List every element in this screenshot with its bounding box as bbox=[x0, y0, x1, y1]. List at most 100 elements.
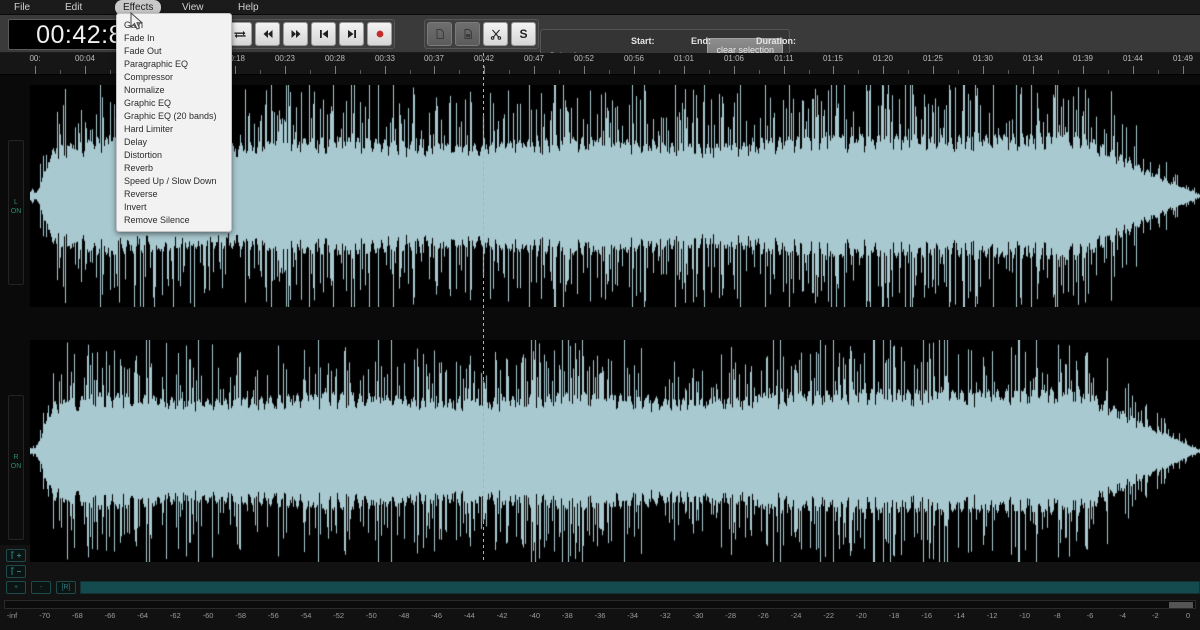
db-scale-label: -64 bbox=[137, 611, 149, 620]
ruler-tick-major bbox=[1133, 66, 1134, 74]
db-scale-label: -28 bbox=[725, 611, 737, 620]
ruler-tick-major bbox=[235, 66, 236, 74]
ruler-tick-major bbox=[584, 66, 585, 74]
effects-menu-item-compressor[interactable]: Compressor bbox=[117, 71, 231, 84]
ruler-tick-minor bbox=[559, 70, 560, 74]
horizontal-scrollbar[interactable] bbox=[80, 581, 1200, 594]
ruler-tick-major bbox=[1083, 66, 1084, 74]
horizontal-scroll-row: + - [R] bbox=[6, 581, 1200, 595]
ruler-label: 00:04 bbox=[74, 54, 96, 63]
ruler-tick-major bbox=[734, 66, 735, 74]
ruler-tick-minor bbox=[1108, 70, 1109, 74]
ruler-tick-minor bbox=[459, 70, 460, 74]
silence-button-label: S bbox=[519, 27, 528, 41]
effects-menu-item-graphic-eq-20-bands[interactable]: Graphic EQ (20 bands) bbox=[117, 110, 231, 123]
playhead-cursor[interactable] bbox=[483, 53, 484, 561]
db-meter-track[interactable] bbox=[4, 600, 1196, 609]
db-meter-scale: -inf -70 -68 -66 -64 -62 -60 -58 -56 -54 -52 -50 -48… bbox=[0, 598, 1200, 630]
paste-button[interactable] bbox=[455, 22, 480, 46]
db-scale-label: -36 bbox=[594, 611, 606, 620]
fast-forward-button[interactable] bbox=[283, 22, 308, 46]
zoom-out-icon[interactable] bbox=[6, 565, 26, 578]
effects-menu-item-remove-silence[interactable]: Remove Silence bbox=[117, 214, 231, 227]
db-scale-label: -70 bbox=[39, 611, 51, 620]
effects-menu-item-normalize[interactable]: Normalize bbox=[117, 84, 231, 97]
menu-help[interactable]: Help bbox=[230, 0, 267, 15]
db-scale-label: -20 bbox=[855, 611, 867, 620]
ruler-label: 01:11 bbox=[774, 54, 794, 63]
db-scale-label: 0 bbox=[1185, 611, 1191, 620]
db-scale-label: -16 bbox=[921, 611, 933, 620]
ruler-label: 00:33 bbox=[374, 54, 396, 63]
effects-menu-item-reverb[interactable]: Reverb bbox=[117, 162, 231, 175]
effects-menu-item-fade-out[interactable]: Fade Out bbox=[117, 45, 231, 58]
ruler-tick-minor bbox=[609, 70, 610, 74]
ruler-label: 01:30 bbox=[972, 54, 994, 63]
db-scale-label: -2 bbox=[1151, 611, 1159, 620]
zoom-plus-button[interactable]: + bbox=[6, 581, 26, 594]
skip-start-button[interactable] bbox=[311, 22, 336, 46]
ruler-label: 01:15 bbox=[822, 54, 844, 63]
db-scale-label: -66 bbox=[104, 611, 116, 620]
db-scale-label: -26 bbox=[757, 611, 769, 620]
selection-field-key: Start: bbox=[631, 36, 655, 46]
ruler-tick-minor bbox=[1008, 70, 1009, 74]
skip-end-button[interactable] bbox=[339, 22, 364, 46]
zoom-controls bbox=[6, 549, 30, 581]
ruler-tick-major bbox=[434, 66, 435, 74]
effects-menu-item-invert[interactable]: Invert bbox=[117, 201, 231, 214]
ruler-label: 01:44 bbox=[1122, 54, 1144, 63]
copy-button[interactable] bbox=[427, 22, 452, 46]
effects-menu-item-hard-limiter[interactable]: Hard Limiter bbox=[117, 123, 231, 136]
ruler-tick-major bbox=[335, 66, 336, 74]
effects-menu-item-paragraphic-eq[interactable]: Paragraphic EQ bbox=[117, 58, 231, 71]
effects-dropdown-menu[interactable]: Gain Fade In Fade Out Paragraphic EQ Compres… bbox=[116, 13, 232, 232]
ruler-tick-minor bbox=[310, 70, 311, 74]
effects-menu-item-graphic-eq[interactable]: Graphic EQ bbox=[117, 97, 231, 110]
ruler-tick-major bbox=[933, 66, 934, 74]
ruler-tick-minor bbox=[410, 70, 411, 74]
db-scale-label: -10 bbox=[1019, 611, 1031, 620]
db-scale-label: -32 bbox=[659, 611, 671, 620]
cut-button[interactable] bbox=[483, 22, 508, 46]
db-scale-label: -6 bbox=[1086, 611, 1094, 620]
ruler-label: 00:56 bbox=[623, 54, 645, 63]
db-scale-label: -18 bbox=[888, 611, 900, 620]
ruler-label: 00:52 bbox=[573, 54, 595, 63]
ruler-tick-major bbox=[1033, 66, 1034, 74]
ruler-tick-minor bbox=[809, 70, 810, 74]
effects-menu-item-distortion[interactable]: Distortion bbox=[117, 149, 231, 162]
effects-menu-item-delay[interactable]: Delay bbox=[117, 136, 231, 149]
effects-menu-item-fade-in[interactable]: Fade In bbox=[117, 32, 231, 45]
repeat-region-button[interactable]: [R] bbox=[56, 581, 76, 594]
ruler-tick-major bbox=[85, 66, 86, 74]
db-meter-thumb[interactable] bbox=[1169, 602, 1193, 608]
channel-label-left: L bbox=[14, 199, 18, 206]
effects-menu-item-reverse[interactable]: Reverse bbox=[117, 188, 231, 201]
audio-editor-window: FileEditEffectsViewHelp 00:42:811 0 S Se… bbox=[0, 0, 1200, 630]
scrollbar-thumb[interactable] bbox=[81, 582, 1199, 593]
db-scale-label: -46 bbox=[431, 611, 443, 620]
menu-file[interactable]: File bbox=[6, 0, 38, 15]
zoom-in-icon[interactable] bbox=[6, 549, 26, 562]
channel-toggle-left[interactable]: L ON bbox=[8, 140, 24, 285]
ruler-tick-major bbox=[35, 66, 36, 74]
db-scale-label: -58 bbox=[235, 611, 247, 620]
rewind-button[interactable] bbox=[255, 22, 280, 46]
ruler-tick-minor bbox=[709, 70, 710, 74]
db-scale-label: -22 bbox=[823, 611, 835, 620]
channel-toggle-right[interactable]: R ON bbox=[8, 395, 24, 540]
db-scale-label: -52 bbox=[333, 611, 345, 620]
silence-button[interactable]: S bbox=[511, 22, 536, 46]
db-scale-label: -38 bbox=[561, 611, 573, 620]
waveform-track-right[interactable] bbox=[30, 340, 1200, 562]
ruler-tick-minor bbox=[659, 70, 660, 74]
zoom-minus-button[interactable]: - bbox=[31, 581, 51, 594]
effects-menu-item-speed-up-slow-down[interactable]: Speed Up / Slow Down bbox=[117, 175, 231, 188]
ruler-label: 01:01 bbox=[673, 54, 695, 63]
menu-edit[interactable]: Edit bbox=[57, 0, 90, 15]
effects-menu-item-gain[interactable]: Gain bbox=[117, 19, 231, 32]
ruler-label: 01:25 bbox=[922, 54, 944, 63]
record-button[interactable] bbox=[367, 22, 392, 46]
ruler-tick-major bbox=[484, 66, 485, 74]
